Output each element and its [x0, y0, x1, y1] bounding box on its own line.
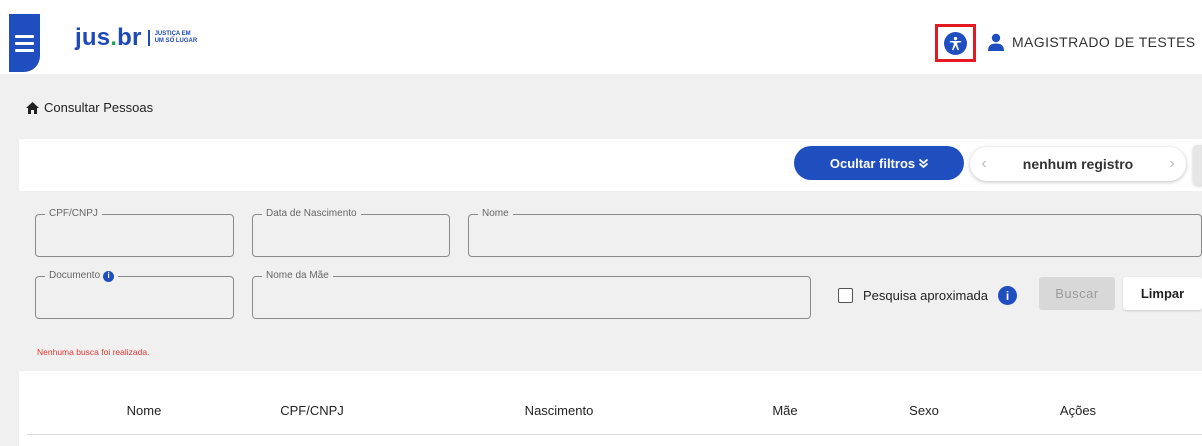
menu-bar [15, 41, 34, 45]
toggle-filters-button[interactable]: Ocultar filtros [794, 146, 964, 180]
accessibility-icon [944, 31, 967, 55]
previous-page-button[interactable]: ‹ [970, 155, 998, 173]
birth-date-field[interactable]: Data de Nascimento [252, 208, 450, 257]
double-chevron-down-icon [919, 158, 929, 168]
logo-separator [147, 30, 150, 46]
document-field[interactable]: Documento i [35, 270, 234, 319]
pagination-status: nenhum registro [1022, 156, 1134, 172]
info-icon[interactable]: i [103, 270, 115, 282]
results-table-header: Nome CPF/CNPJ Nascimento Mãe Sexo Ações [19, 371, 1202, 446]
cpf-cnpj-label: CPF/CNPJ [45, 208, 102, 220]
mother-name-label: Nome da Mãe [262, 270, 333, 282]
column-header-sexo[interactable]: Sexo [909, 403, 939, 418]
clear-button[interactable]: Limpar [1123, 277, 1202, 310]
mother-name-field[interactable]: Nome da Mãe [252, 270, 811, 319]
home-icon[interactable] [26, 101, 39, 114]
approximate-search: Pesquisa aproximada i [838, 286, 1018, 305]
document-label: Documento i [45, 270, 119, 282]
logo-wordmark: jus.br [75, 24, 142, 51]
person-icon [988, 33, 1004, 51]
menu-button[interactable] [9, 14, 40, 72]
column-header-cpf-cnpj[interactable]: CPF/CNPJ [280, 403, 344, 418]
info-icon[interactable]: i [998, 286, 1018, 305]
column-header-mae[interactable]: Mãe [772, 403, 797, 418]
column-header-nome[interactable]: Nome [127, 403, 162, 418]
logo-tagline: JUSTIÇA EM UM SÓ LUGAR [154, 31, 198, 44]
birth-date-label: Data de Nascimento [262, 208, 361, 220]
app-header: jus.br JUSTIÇA EM UM SÓ LUGAR MAGISTRADO … [0, 0, 1202, 74]
name-field[interactable]: Nome [468, 208, 1202, 257]
page-size-dropdown[interactable]: ▼ [1193, 145, 1202, 185]
name-label: Nome [478, 208, 513, 220]
approximate-search-label: Pesquisa aproximada [863, 288, 989, 303]
results-toolbar: Ocultar filtros ‹ nenhum registro › ▼ [19, 139, 1202, 191]
column-header-acoes: Ações [1059, 403, 1097, 418]
approximate-search-checkbox[interactable] [838, 288, 853, 303]
pagination: ‹ nenhum registro › [970, 147, 1186, 181]
menu-bar [15, 34, 34, 38]
search-button[interactable]: Buscar [1039, 277, 1115, 310]
breadcrumb-current: Consultar Pessoas [44, 100, 154, 115]
status-message: Nenhuma busca foi realizada. [37, 347, 150, 357]
search-filters: CPF/CNPJ Data de Nascimento Nome Documen… [19, 198, 1202, 370]
toggle-filters-label: Ocultar filtros [829, 155, 916, 171]
user-menu[interactable]: MAGISTRADO DE TESTES [988, 33, 1196, 51]
table-divider [27, 434, 1202, 435]
cpf-cnpj-field[interactable]: CPF/CNPJ [35, 208, 234, 257]
main-content: Consultar Pessoas Ocultar filtros ‹ nenh… [0, 74, 1202, 446]
accessibility-button[interactable] [935, 24, 976, 62]
column-header-nascimento[interactable]: Nascimento [525, 403, 594, 418]
next-page-button[interactable]: › [1158, 155, 1186, 173]
breadcrumb: Consultar Pessoas [26, 100, 153, 115]
user-name: MAGISTRADO DE TESTES [1012, 34, 1196, 50]
menu-bar [15, 48, 34, 52]
jusbr-logo[interactable]: jus.br JUSTIÇA EM UM SÓ LUGAR [75, 26, 201, 50]
